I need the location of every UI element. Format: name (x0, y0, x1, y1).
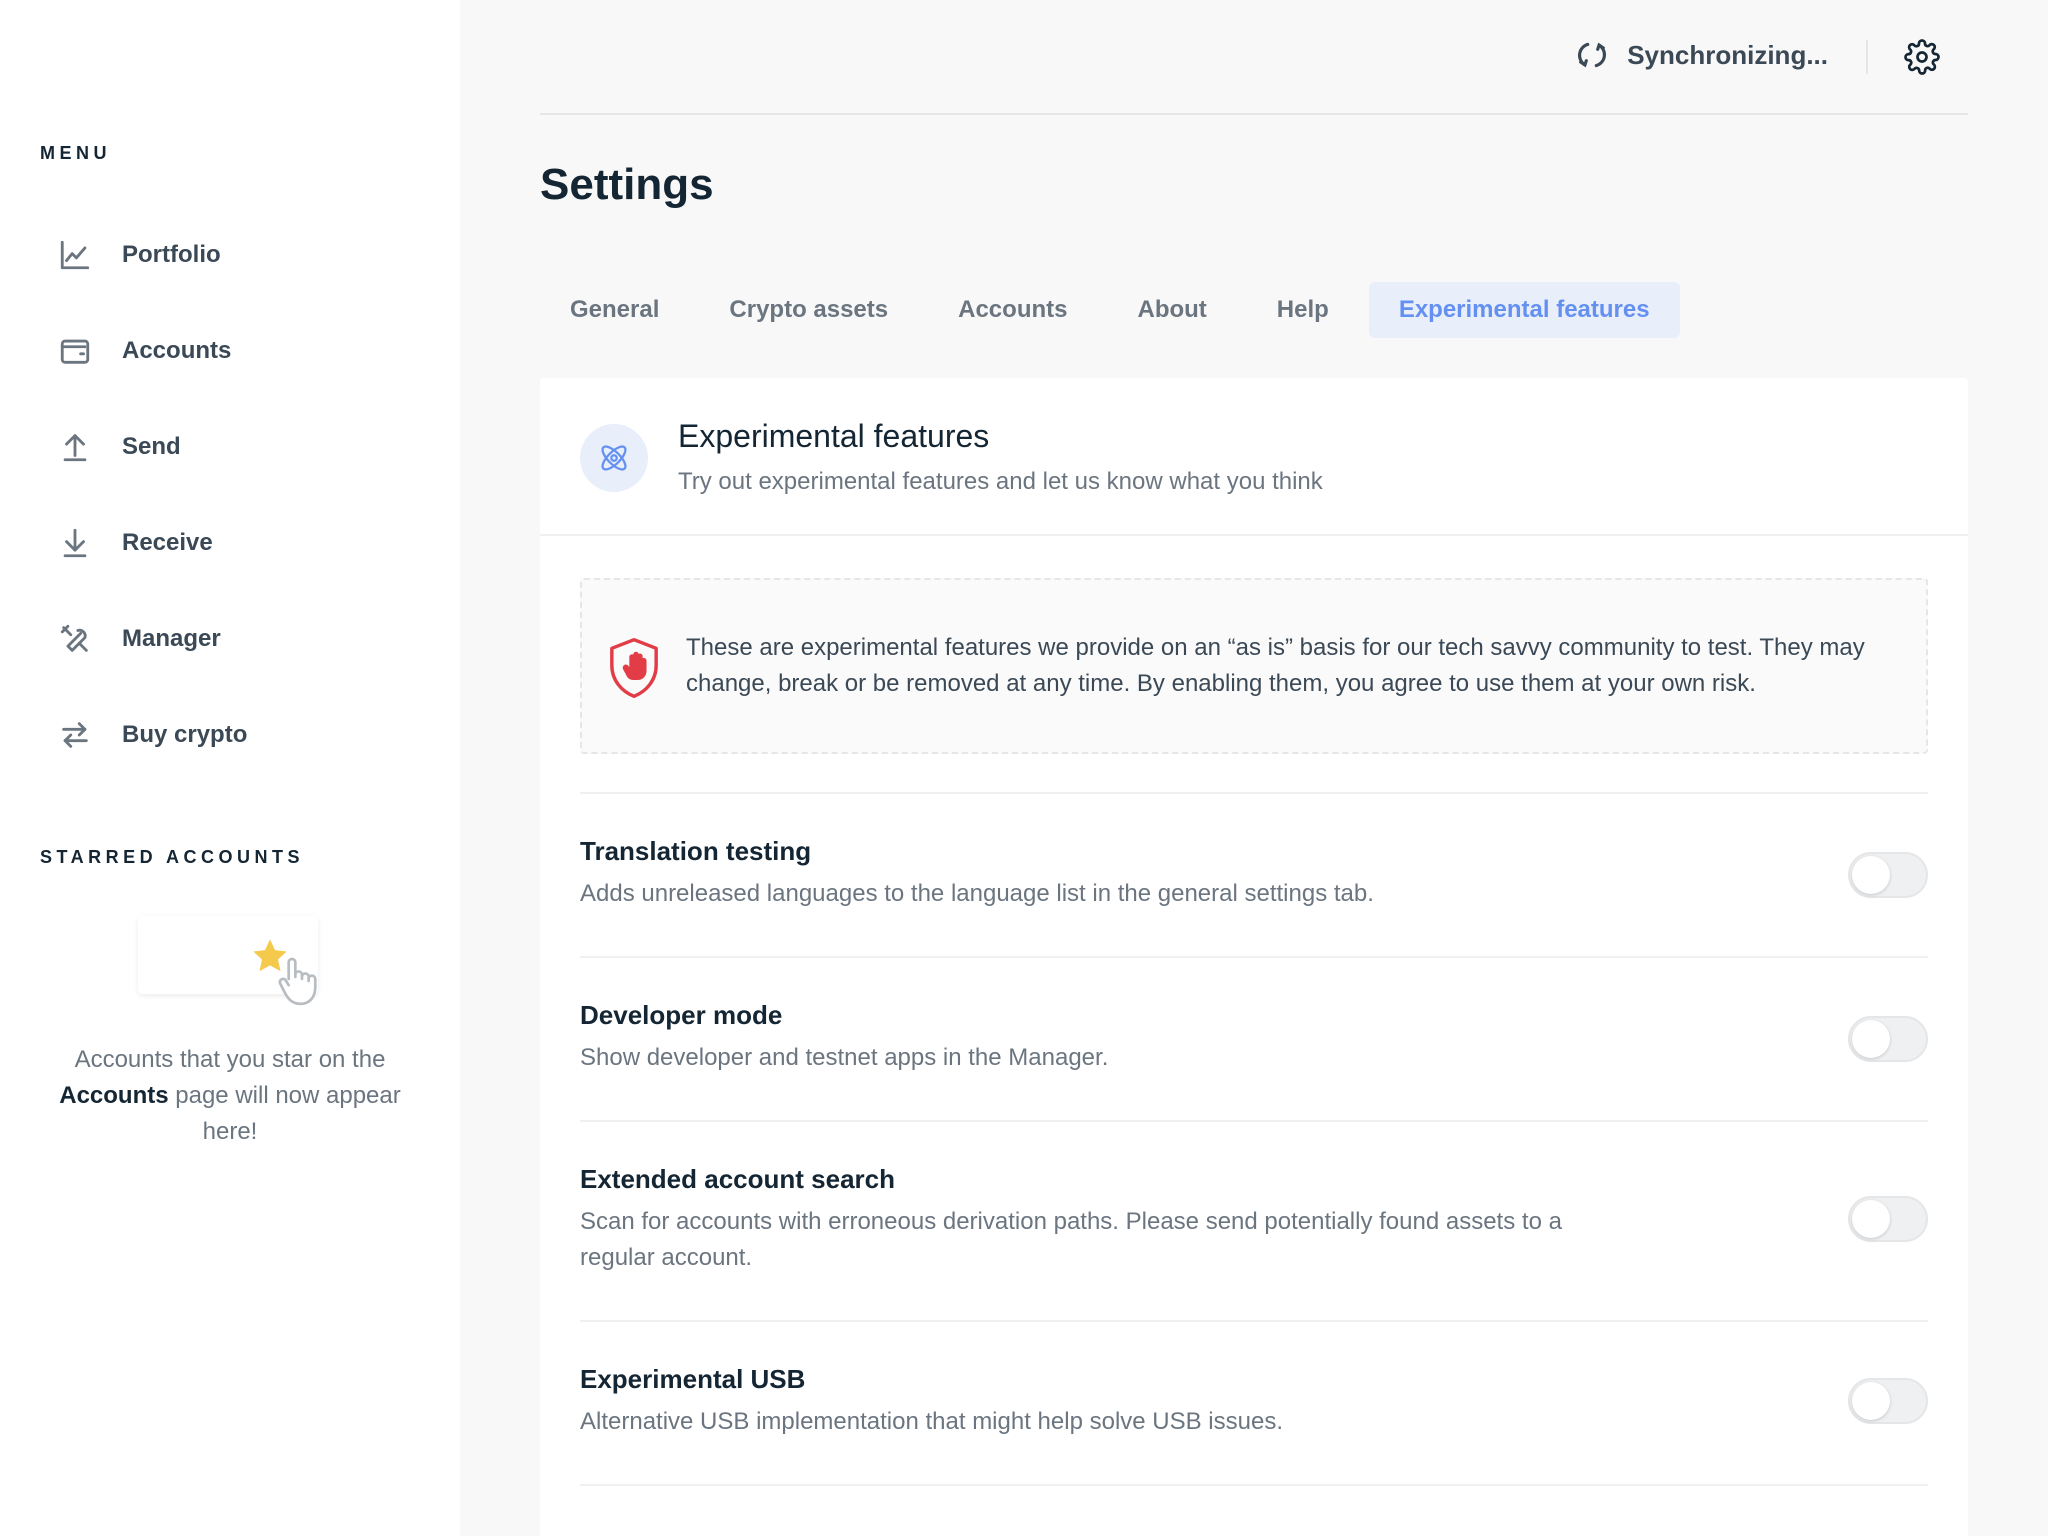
atom-icon-container (580, 424, 648, 492)
list-item: Translation testing Adds unreleased lang… (580, 792, 1928, 956)
sidebar-item-portfolio[interactable]: Portfolio (0, 207, 460, 303)
starred-accounts-title: STARRED ACCOUNTS (40, 847, 304, 867)
sidebar-item-label: Buy crypto (122, 721, 248, 748)
starred-accounts-empty-text: Accounts that you star on the Accounts p… (30, 1042, 430, 1150)
warning-text: These are experimental features we provi… (686, 634, 1865, 697)
topbar: Synchronizing... (540, 0, 1968, 115)
card-title: Experimental features (678, 418, 990, 454)
starred-text-part: page will now appear here! (175, 1082, 401, 1145)
toggle-knob (1852, 1200, 1890, 1238)
feature-title: Translation testing (580, 836, 812, 866)
arrow-down-icon (63, 528, 87, 558)
sync-status[interactable]: Synchronizing... (1575, 38, 1828, 72)
sidebar-item-label: Manager (122, 625, 221, 652)
feature-description: Adds unreleased languages to the languag… (580, 880, 1374, 907)
feature-title: Extended account search (580, 1164, 895, 1194)
feature-description: Show developer and testnet apps in the M… (580, 1044, 1109, 1071)
list-item: Developer mode Show developer and testne… (580, 956, 1928, 1120)
sync-icon (1578, 42, 1607, 68)
tab-general[interactable]: General (540, 282, 689, 338)
extended-account-search-toggle[interactable] (1848, 1196, 1928, 1242)
experimental-features-list: Translation testing Adds unreleased lang… (580, 792, 1928, 1524)
toggle-knob (1852, 1382, 1890, 1420)
feature-description: Alternative USB implementation that migh… (580, 1408, 1283, 1435)
sidebar-nav: Portfolio Accounts Send Receive Manager … (0, 207, 460, 783)
feature-description: Scan for accounts with erroneous derivat… (580, 1208, 1562, 1271)
experimental-usb-toggle[interactable] (1848, 1378, 1928, 1424)
experimental-warning-box: These are experimental features we provi… (580, 578, 1928, 754)
exchange-icon (62, 722, 88, 748)
sidebar-item-label: Accounts (122, 337, 232, 364)
list-item-divider (580, 1484, 1928, 1524)
arrow-up-icon (63, 434, 87, 462)
tab-about[interactable]: About (1107, 282, 1236, 338)
menu-title: MENU (40, 143, 111, 163)
sidebar: MENU Portfolio Accounts Send Receive Man… (0, 0, 460, 1536)
list-item: Extended account search Scan for account… (580, 1120, 1928, 1320)
developer-mode-toggle[interactable] (1848, 1016, 1928, 1062)
sidebar-item-manager[interactable]: Manager (0, 591, 460, 687)
toggle-knob (1852, 1020, 1890, 1058)
wallet-icon (60, 339, 90, 364)
card-header: Experimental features Try out experiment… (540, 378, 1968, 536)
card-subtitle: Try out experimental features and let us… (678, 468, 1323, 495)
translation-testing-toggle[interactable] (1848, 852, 1928, 898)
experimental-features-card: Experimental features Try out experiment… (540, 378, 1968, 1536)
topbar-divider (1866, 40, 1868, 74)
sidebar-item-label: Send (122, 433, 181, 460)
feature-title: Experimental USB (580, 1364, 806, 1394)
toggle-knob (1852, 856, 1890, 894)
app: MENU Portfolio Accounts Send Receive Man… (0, 0, 2048, 1536)
sidebar-item-label: Receive (122, 529, 213, 556)
starred-text-accounts-link: Accounts (59, 1082, 169, 1109)
chart-line-icon (60, 240, 90, 270)
sidebar-item-receive[interactable]: Receive (0, 495, 460, 591)
sidebar-item-send[interactable]: Send (0, 399, 460, 495)
starred-placeholder-illustration (138, 916, 318, 1006)
atom-icon (601, 445, 627, 471)
tab-experimental-features[interactable]: Experimental features (1368, 282, 1680, 338)
pointer-hand-icon (278, 957, 317, 1006)
settings-gear-icon[interactable] (1904, 39, 1940, 75)
tab-accounts[interactable]: Accounts (928, 282, 1097, 338)
starred-text-part: Accounts that you star on the (74, 1046, 386, 1073)
tab-crypto-assets[interactable]: Crypto assets (699, 282, 918, 338)
tab-help[interactable]: Help (1247, 282, 1359, 338)
sidebar-item-accounts[interactable]: Accounts (0, 303, 460, 399)
feature-title: Developer mode (580, 1000, 783, 1030)
sync-status-text: Synchronizing... (1627, 39, 1828, 70)
settings-tabs: General Crypto assets Accounts About Hel… (540, 282, 1680, 338)
tools-icon (60, 624, 88, 652)
sidebar-item-label: Portfolio (122, 241, 221, 268)
sidebar-item-buy-crypto[interactable]: Buy crypto (0, 687, 460, 783)
list-item: Experimental USB Alternative USB impleme… (580, 1320, 1928, 1484)
page-title: Settings (540, 160, 714, 209)
shield-hand-icon (610, 637, 658, 699)
